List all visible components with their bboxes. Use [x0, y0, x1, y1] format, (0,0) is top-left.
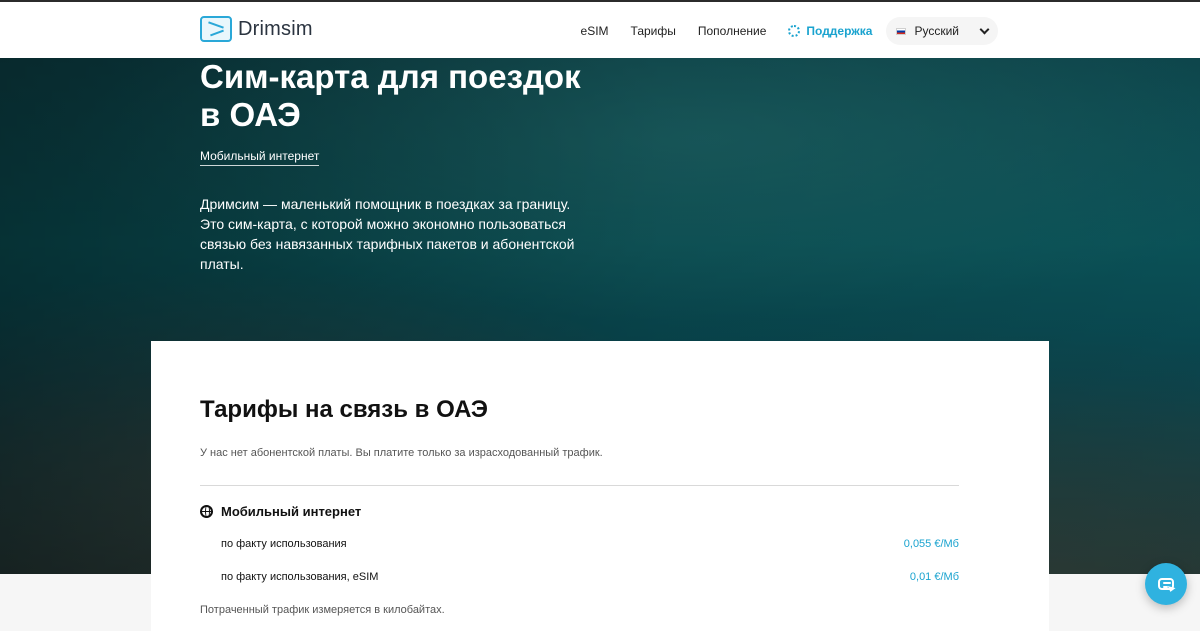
- rate-row-price: 0,055 €/Мб: [903, 538, 959, 550]
- rate-row-price: 0,01 €/Мб: [909, 571, 959, 583]
- support-icon: [788, 25, 801, 37]
- nav-support[interactable]: Поддержка: [788, 24, 872, 38]
- hero-description: Дримсим — маленький помощник в поездках …: [200, 196, 575, 272]
- rate-row-usage-esim: по факту использования, eSIM 0,01 €/Мб: [221, 571, 959, 583]
- top-header: Drimsim eSIM Тарифы Пополнение Поддержка…: [0, 0, 1200, 58]
- drimsim-logo-icon: [200, 16, 232, 42]
- chat-icon: [1158, 578, 1176, 593]
- ru-flag-icon: [896, 27, 907, 35]
- hero-title: Сим-карта для поездок в ОАЭ: [200, 58, 720, 134]
- divider: [200, 485, 959, 486]
- rate-row-label: по факту использования, eSIM: [221, 571, 379, 583]
- nav-esim[interactable]: eSIM: [581, 24, 609, 38]
- nav-tariffs[interactable]: Тарифы: [631, 24, 676, 38]
- traffic-footnote: Потраченный трафик измеряется в килобайт…: [200, 604, 445, 616]
- globe-icon: [200, 505, 213, 518]
- chevron-down-icon: [979, 24, 990, 35]
- rate-row-usage: по факту использования 0,055 €/Мб: [221, 538, 959, 550]
- logo-text: Drimsim: [238, 17, 313, 40]
- logo[interactable]: Drimsim: [200, 16, 313, 42]
- rates-subtitle: У нас нет абонентской платы. Вы платите …: [200, 447, 603, 459]
- rates-card: Тарифы на связь в ОАЭ У нас нет абонентс…: [151, 341, 1049, 631]
- chat-button[interactable]: [1145, 563, 1187, 605]
- hero-title-line2: в ОАЭ: [200, 96, 301, 133]
- main-nav: eSIM Тарифы Пополнение Поддержка Русский: [559, 2, 1200, 60]
- nav-support-label: Поддержка: [806, 24, 873, 38]
- nav-topup[interactable]: Пополнение: [698, 24, 767, 38]
- rate-row-label: по факту использования: [221, 538, 347, 550]
- mobile-internet-section-header: Мобильный интернет: [200, 504, 361, 519]
- hero-title-line1: Сим-карта для поездок: [200, 58, 581, 95]
- chat-tail: [1166, 586, 1176, 593]
- language-label: Русский: [914, 24, 959, 38]
- rates-title: Тарифы на связь в ОАЭ: [200, 396, 488, 423]
- hero-mobile-internet-link[interactable]: Мобильный интернет: [200, 149, 320, 166]
- mobile-internet-section-title: Мобильный интернет: [221, 504, 362, 519]
- language-selector[interactable]: Русский: [886, 17, 998, 45]
